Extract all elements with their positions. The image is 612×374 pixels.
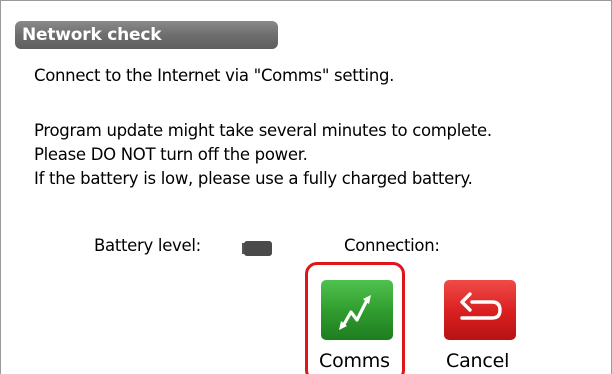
message-line-3: Please DO NOT turn off the power. xyxy=(34,145,308,164)
signal-icon xyxy=(339,295,371,330)
connection-label: Connection: xyxy=(344,236,440,255)
message-line-1: Connect to the Internet via "Comms" sett… xyxy=(34,66,395,85)
message-line-2: Program update might take several minute… xyxy=(34,121,492,140)
dialog-title: Network check xyxy=(22,25,162,45)
comms-button[interactable]: Comms xyxy=(305,262,411,374)
comms-button-tile[interactable] xyxy=(321,280,393,340)
dialog-title-bar: Network check xyxy=(15,21,278,49)
cancel-button-label[interactable]: Cancel xyxy=(446,350,509,372)
battery-icon xyxy=(242,241,272,256)
return-arrow-icon xyxy=(460,292,502,320)
battery-level-label: Battery level: xyxy=(94,236,201,255)
cancel-button[interactable]: Cancel xyxy=(440,262,530,374)
comms-button-label[interactable]: Comms xyxy=(319,350,390,372)
message-line-4: If the battery is low, please use a full… xyxy=(34,169,473,188)
cancel-button-tile[interactable] xyxy=(444,280,516,340)
window-left-border xyxy=(0,0,1,374)
window-top-border xyxy=(0,0,612,1)
